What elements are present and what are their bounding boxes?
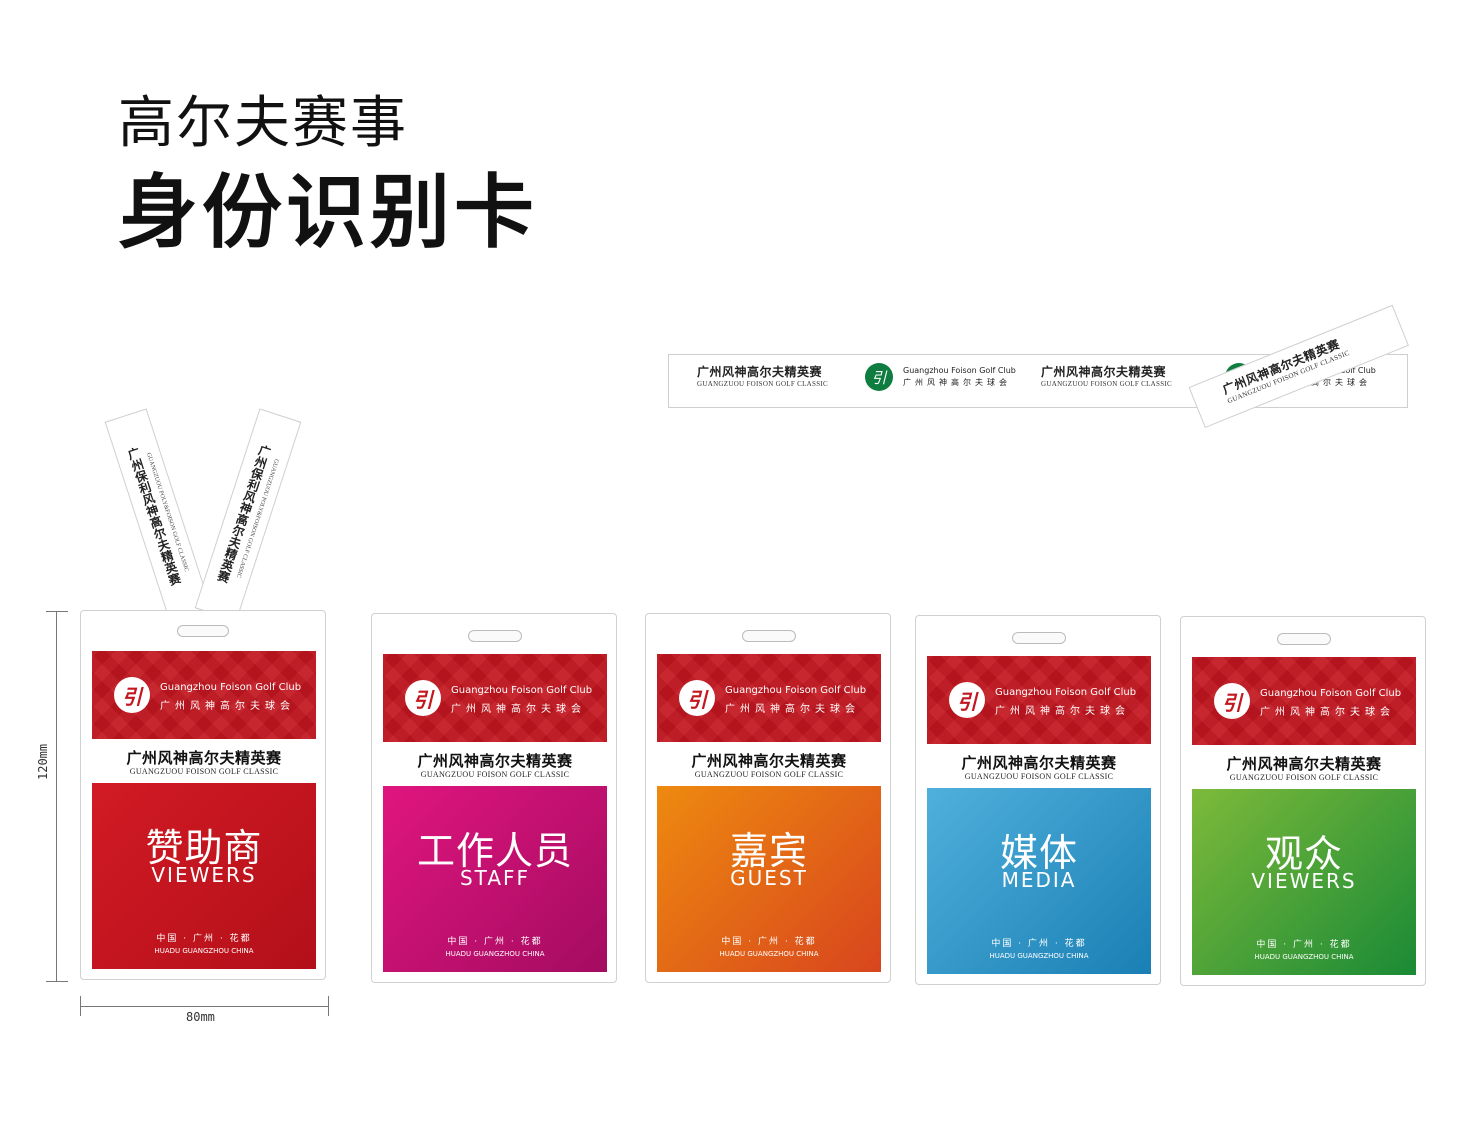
card-header: 引 Guangzhou Foison Golf Club 广州风神高尔夫球会: [927, 656, 1151, 744]
club-logo-icon: 引: [949, 682, 985, 718]
height-dimension-cap: [46, 981, 68, 982]
lanyard-strap-left: 广州保利风神高尔夫精英赛 GUANGZUOU POLY&FOISON GOLF …: [104, 408, 212, 622]
event-name-en: GUANGZUOU FOISON GOLF CLASSIC: [694, 770, 844, 779]
role-name-en: VIEWERS: [1251, 869, 1357, 893]
event-name-cn: 广州风神高尔夫精英赛: [417, 752, 573, 770]
width-dimension-cap: [328, 996, 329, 1016]
ribbon-event-en-2: GUANGZUOU FOISON GOLF CLASSIC: [1041, 380, 1173, 388]
location-cn: 中国 · 广州 · 花都: [721, 937, 817, 947]
location-en: HUADU GUANGZHOU CHINA: [154, 947, 254, 955]
role-name-en: VIEWERS: [151, 863, 257, 887]
lanyard-slot: [742, 630, 796, 642]
width-dimension-cap: [80, 996, 81, 1016]
id-card: 引 Guangzhou Foison Golf Club 广州风神高尔夫球会 广…: [80, 610, 326, 980]
location-cn: 中国 · 广州 · 花都: [1256, 940, 1352, 950]
event-name-cn: 广州风神高尔夫精英赛: [691, 752, 847, 770]
role-panel: 赞助商 VIEWERS 中国 · 广州 · 花都 HUADU GUANGZHOU…: [92, 783, 316, 969]
id-card: 引 Guangzhou Foison Golf Club 广州风神高尔夫球会 广…: [645, 613, 891, 983]
card-header: 引 Guangzhou Foison Golf Club 广州风神高尔夫球会: [1192, 657, 1416, 745]
location-cn: 中国 · 广州 · 花都: [156, 934, 252, 944]
event-name-en: GUANGZUOU FOISON GOLF CLASSIC: [420, 770, 570, 779]
club-name-cn: 广州风神高尔夫球会: [1260, 707, 1395, 718]
id-card: 引 Guangzhou Foison Golf Club 广州风神高尔夫球会 广…: [371, 613, 617, 983]
id-card: 引 Guangzhou Foison Golf Club 广州风神高尔夫球会 广…: [915, 615, 1161, 985]
ribbon-club-group: 引 Guangzhou Foison Golf Club 广州风神高尔夫球会: [865, 363, 1016, 391]
height-dimension-line: [56, 611, 57, 981]
height-dimension-cap: [46, 611, 68, 612]
club-name-cn: 广州风神高尔夫球会: [725, 704, 860, 715]
lanyard-slot: [468, 630, 522, 642]
location-en: HUADU GUANGZHOU CHINA: [989, 952, 1089, 960]
club-name-en: Guangzhou Foison Golf Club: [451, 685, 593, 696]
card-header: 引 Guangzhou Foison Golf Club 广州风神高尔夫球会: [383, 654, 607, 742]
lanyard-slot: [1012, 632, 1066, 644]
club-name-cn: 广州风神高尔夫球会: [995, 706, 1130, 717]
lanyard-strap-right: 广州保利风神高尔夫精英赛 GUANGZUOU POLY&FOISON GOLF …: [194, 408, 302, 622]
heading-line-1: 高尔夫赛事: [118, 91, 408, 156]
id-card: 引 Guangzhou Foison Golf Club 广州风神高尔夫球会 广…: [1180, 616, 1426, 986]
event-name-cn: 广州风神高尔夫精英赛: [961, 754, 1117, 772]
location-cn: 中国 · 广州 · 花都: [991, 939, 1087, 949]
location-en: HUADU GUANGZHOU CHINA: [1254, 953, 1354, 961]
role-panel: 媒体 MEDIA 中国 · 广州 · 花都 HUADU GUANGZHOU CH…: [927, 788, 1151, 974]
club-name-en: Guangzhou Foison Golf Club: [725, 685, 867, 696]
role-name-en: MEDIA: [1001, 868, 1077, 892]
lanyard-slot: [1277, 633, 1331, 645]
club-name-cn: 广州风神高尔夫球会: [160, 701, 295, 712]
role-panel: 嘉宾 GUEST 中国 · 广州 · 花都 HUADU GUANGZHOU CH…: [657, 786, 881, 972]
club-name-en: Guangzhou Foison Golf Club: [1260, 688, 1402, 699]
event-name-cn: 广州风神高尔夫精英赛: [1226, 755, 1382, 773]
club-logo-icon: 引: [865, 363, 893, 391]
club-logo-icon: 引: [405, 680, 441, 716]
heading-line-2: 身份识别卡: [118, 166, 538, 259]
role-panel: 观众 VIEWERS 中国 · 广州 · 花都 HUADU GUANGZHOU …: [1192, 789, 1416, 975]
role-panel: 工作人员 STAFF 中国 · 广州 · 花都 HUADU GUANGZHOU …: [383, 786, 607, 972]
width-dimension-label: 80mm: [186, 1010, 215, 1024]
width-dimension-line: [80, 1006, 328, 1007]
ribbon-event-cn-2: 广州风神高尔夫精英赛: [1041, 365, 1167, 379]
location-cn: 中国 · 广州 · 花都: [447, 937, 543, 947]
card-header: 引 Guangzhou Foison Golf Club 广州风神高尔夫球会: [92, 651, 316, 739]
ribbon-event-group: 广州风神高尔夫精英赛 GUANGZUOU FOISON GOLF CLASSIC: [697, 363, 828, 388]
club-logo-icon: 引: [114, 677, 150, 713]
club-name-en: Guangzhou Foison Golf Club: [160, 682, 302, 693]
club-logo-icon: 引: [679, 680, 715, 716]
location-en: HUADU GUANGZHOU CHINA: [445, 950, 545, 958]
lanyard-slot: [177, 625, 229, 637]
event-name-en: GUANGZUOU FOISON GOLF CLASSIC: [1229, 773, 1379, 782]
location-en: HUADU GUANGZHOU CHINA: [719, 950, 819, 958]
event-name-cn: 广州风神高尔夫精英赛: [126, 749, 282, 767]
club-logo-icon: 引: [1214, 683, 1250, 719]
event-name-en: GUANGZUOU FOISON GOLF CLASSIC: [964, 772, 1114, 781]
club-name-en: Guangzhou Foison Golf Club: [995, 687, 1137, 698]
role-name-en: GUEST: [730, 866, 808, 890]
role-name-en: STAFF: [459, 866, 531, 890]
ribbon-event-cn: 广州风神高尔夫精英赛: [697, 365, 823, 379]
card-header: 引 Guangzhou Foison Golf Club 广州风神高尔夫球会: [657, 654, 881, 742]
height-dimension-label: 120mm: [36, 743, 50, 780]
ribbon-event-en: GUANGZUOU FOISON GOLF CLASSIC: [697, 380, 829, 388]
ribbon-event-group-2: 广州风神高尔夫精英赛 GUANGZUOU FOISON GOLF CLASSIC: [1041, 363, 1172, 388]
event-name-en: GUANGZUOU FOISON GOLF CLASSIC: [129, 767, 279, 776]
club-name-cn: 广州风神高尔夫球会: [451, 704, 586, 715]
ribbon-club-cn: 广州风神高尔夫球会: [903, 378, 1011, 387]
ribbon-club-en: Guangzhou Foison Golf Club: [903, 366, 1016, 375]
